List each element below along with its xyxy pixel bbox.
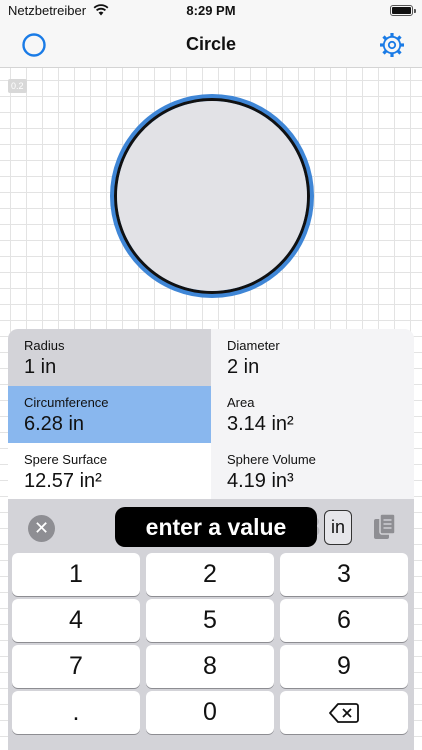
backspace-icon [329,703,359,723]
input-row: ✕ 8 enter a value in [8,499,414,549]
unit-button[interactable]: in [324,510,352,545]
diameter-value: 2 in [227,356,260,378]
key-7[interactable]: 7 [12,645,140,688]
page-title: Circle [185,34,237,54]
scale-badge: 0.2 [8,79,27,93]
circle-shape[interactable] [117,101,307,291]
status-bar: Netzbetreiber 8:29 PM [0,0,422,22]
enter-value-hint: enter a value [115,507,317,547]
area-label: Area [227,395,255,410]
sphere-surface-value: 12.57 in² [24,470,102,492]
gear-icon[interactable] [378,31,406,59]
results-grid: Radius 1 in Diameter 2 in Circumference … [8,329,414,499]
copy-icon[interactable] [372,512,398,542]
key-6[interactable]: 6 [280,599,408,642]
key-0[interactable]: 0 [146,691,274,734]
circumference-value: 6.28 in [24,413,85,435]
backspace-key[interactable] [280,691,408,734]
radius-label: Radius [24,338,65,353]
clock: 8:29 PM [186,3,236,18]
key-3[interactable]: 3 [280,553,408,596]
sphere-volume-label: Sphere Volume [227,452,316,467]
radius-cell[interactable]: Radius 1 in [8,329,211,386]
key-8[interactable]: 8 [146,645,274,688]
circumference-label: Circumference [24,395,109,410]
key-9[interactable]: 9 [280,645,408,688]
sphere-surface-cell[interactable]: Spere Surface 12.57 in² [8,443,211,499]
key-4[interactable]: 4 [12,599,140,642]
key-2[interactable]: 2 [146,553,274,596]
key-decimal[interactable]: . [12,691,140,734]
area-value: 3.14 in² [227,413,294,435]
sphere-volume-cell[interactable]: Sphere Volume 4.19 in³ [211,443,414,499]
navigation-bar: Circle [0,22,422,68]
radius-value: 1 in [24,356,57,378]
sphere-volume-value: 4.19 in³ [227,470,294,492]
diameter-label: Diameter [227,338,280,353]
area-cell[interactable]: Area 3.14 in² [211,386,414,443]
diameter-cell[interactable]: Diameter 2 in [211,329,414,386]
results-panel: Radius 1 in Diameter 2 in Circumference … [8,329,414,750]
key-1[interactable]: 1 [12,553,140,596]
battery-icon [390,5,416,16]
clear-x-icon[interactable]: ✕ [28,515,55,542]
circumference-cell[interactable]: Circumference 6.28 in [8,386,211,443]
key-5[interactable]: 5 [146,599,274,642]
sphere-surface-label: Spere Surface [24,452,108,467]
